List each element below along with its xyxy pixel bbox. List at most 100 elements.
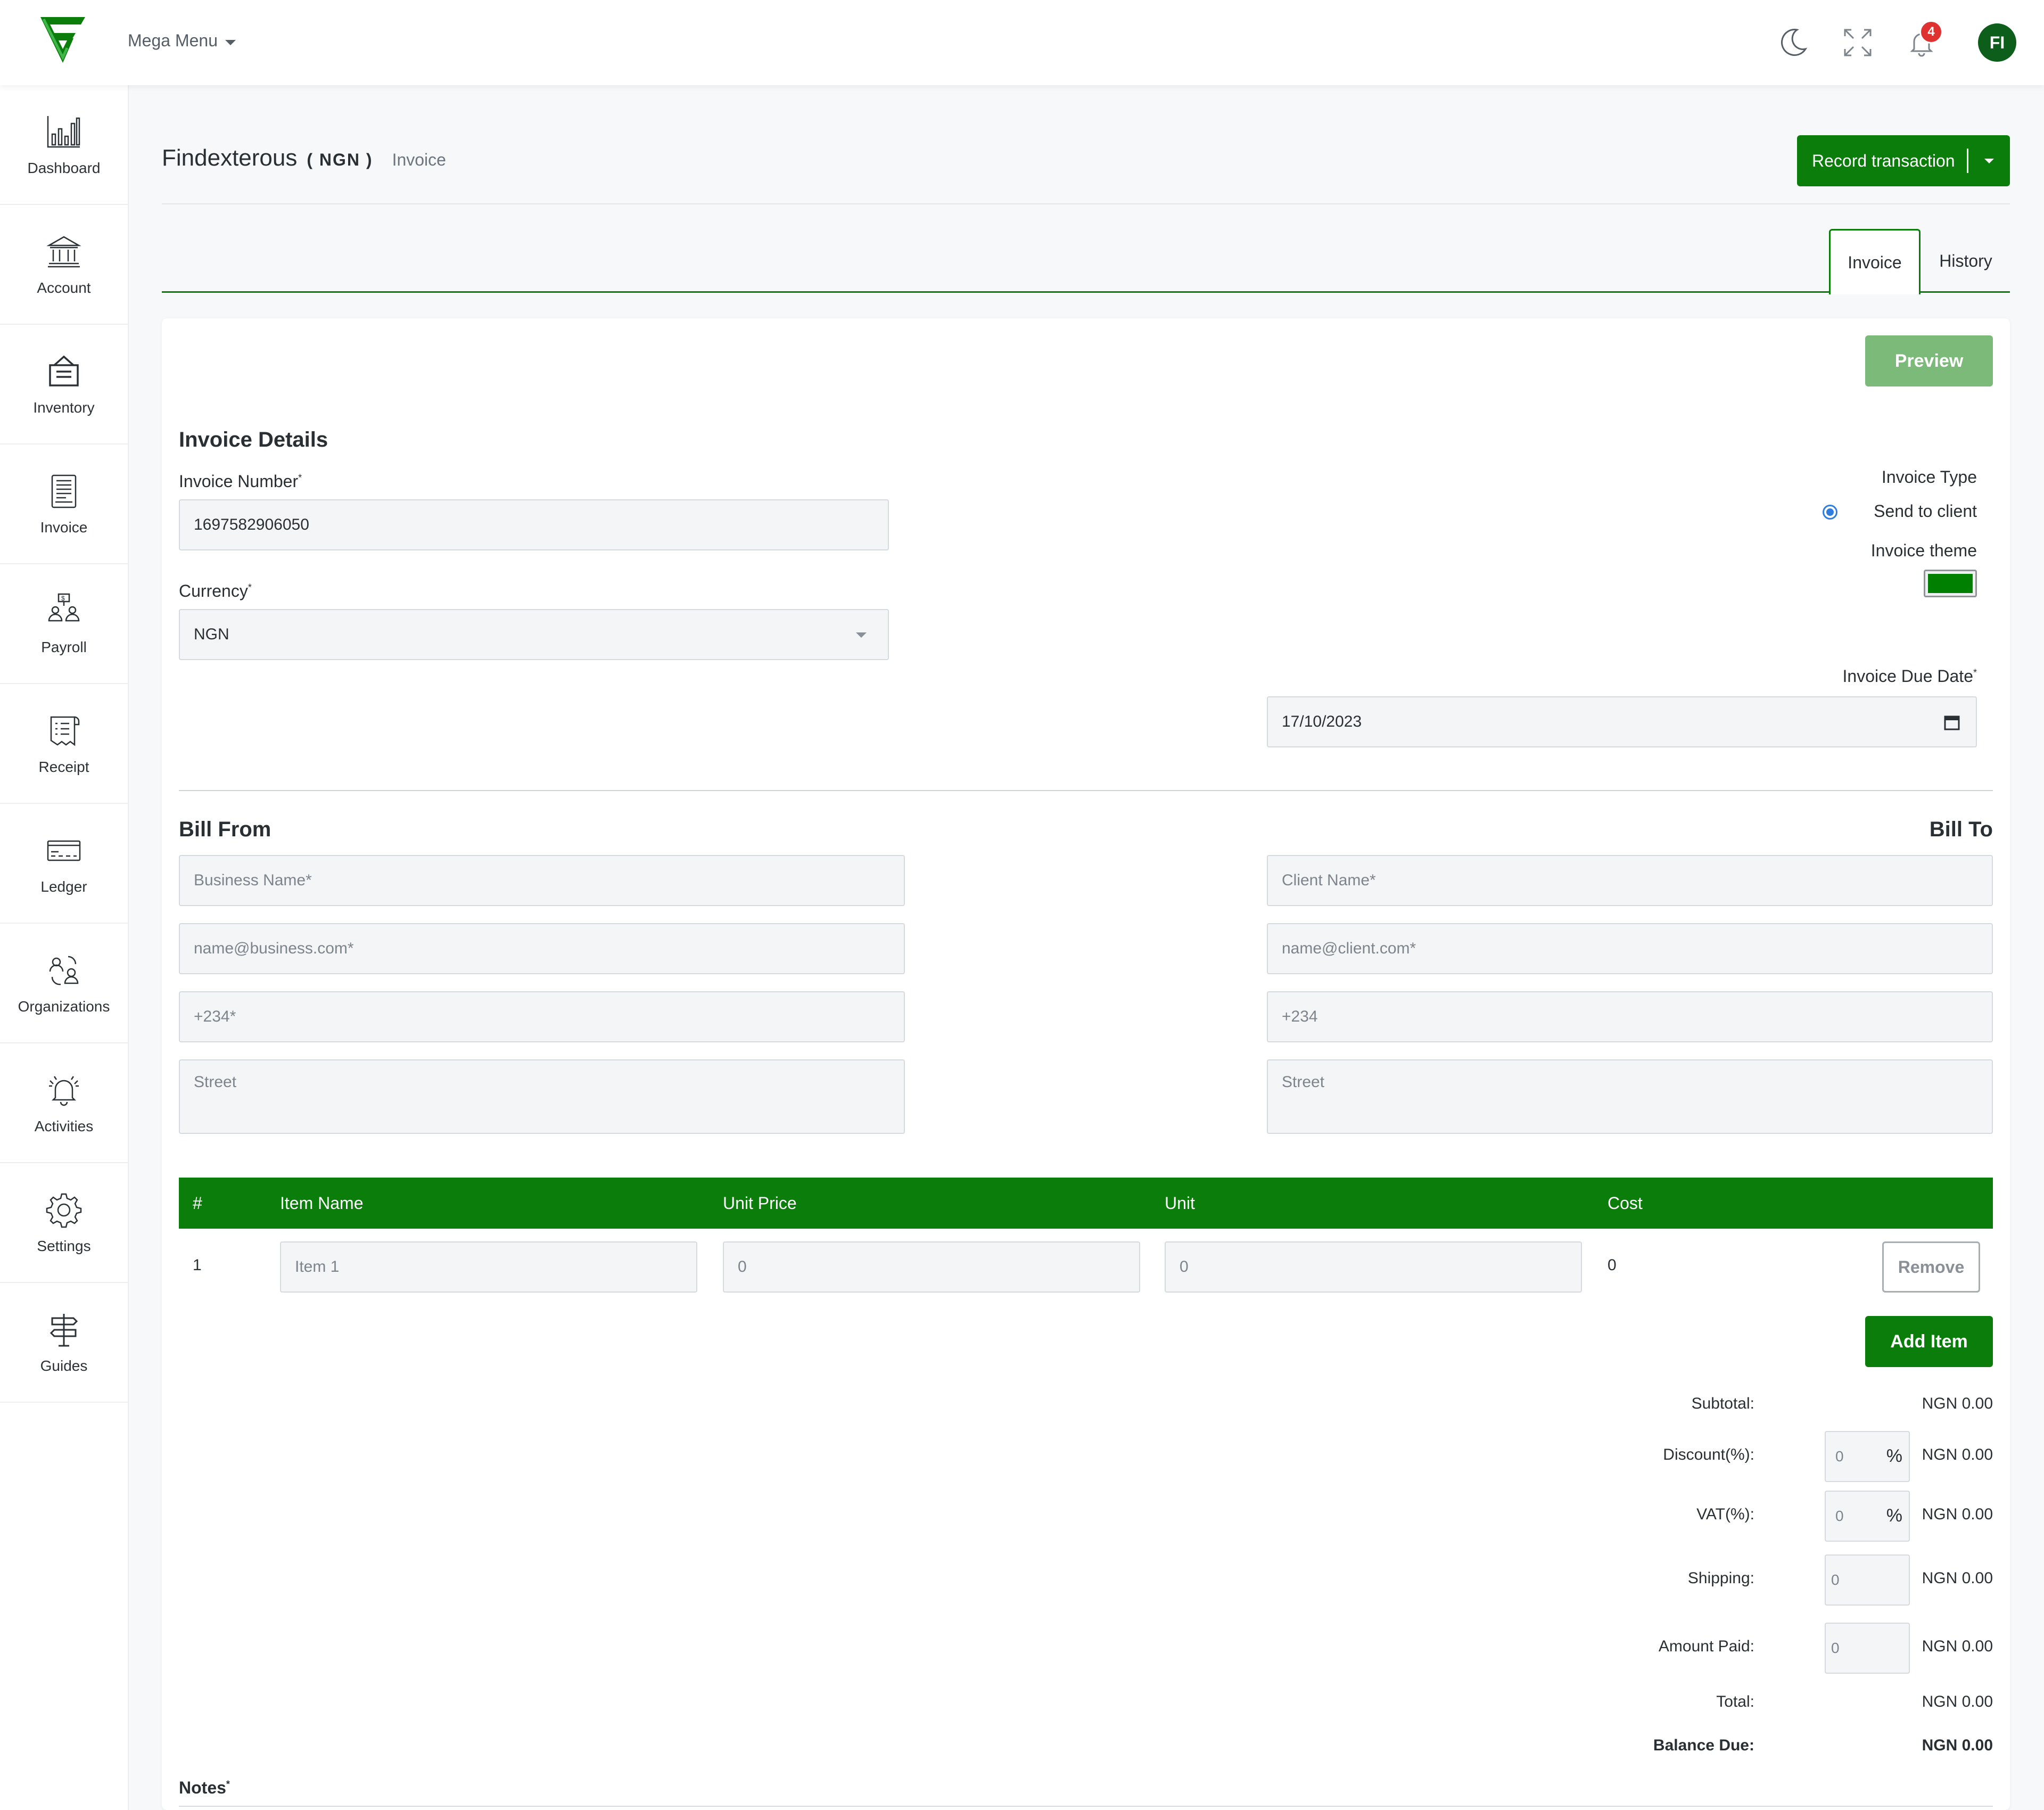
inventory-box-icon [49,355,79,386]
invoice-number-value: 1697582906050 [194,516,309,533]
preview-button[interactable]: Preview [1865,335,1993,386]
currency-value: NGN [194,626,229,643]
alarm-bell-icon [49,1075,79,1106]
signpost-icon [50,1313,78,1346]
brand-logo-icon[interactable] [38,14,87,66]
sidebar-item-inventory[interactable]: Inventory [0,325,128,445]
discount-input[interactable]: 0 % [1825,1431,1910,1482]
item-name-placeholder: Item 1 [295,1258,340,1276]
due-date-input[interactable]: 17/10/2023 [1267,696,1977,747]
client-email-input[interactable]: name@client.com* [1267,923,1993,974]
vat-input[interactable]: 0 % [1825,1491,1910,1542]
section-divider [179,790,1993,791]
sidebar-label: Organizations [18,998,110,1015]
tab-history[interactable]: History [1922,229,2010,293]
mega-menu-dropdown[interactable]: Mega Menu [128,31,236,51]
calendar-icon[interactable] [1943,713,1961,731]
payroll-people-icon: $ [48,593,80,621]
business-street-input[interactable]: Street [179,1059,905,1134]
total-value: NGN 0.00 [1922,1693,1993,1710]
unit-placeholder: 0 [1180,1258,1189,1276]
sidebar-item-guides[interactable]: Guides [0,1283,128,1403]
client-phone-placeholder: +234 [1282,1008,1318,1025]
send-to-client-label[interactable]: Send to client [1874,501,1977,521]
business-email-placeholder: name@business.com* [194,940,354,957]
sidebar: Dashboard Account Inventory Invoice $ Pa… [0,85,129,1810]
business-phone-placeholder: +234* [194,1008,236,1025]
gear-icon [46,1193,82,1228]
org-name: Findexterous [162,145,298,171]
currency-label: Currency* [179,581,252,601]
client-email-placeholder: name@client.com* [1282,940,1416,957]
subtotal-label: Subtotal: [1691,1395,1754,1412]
client-phone-input[interactable]: +234 [1267,991,1993,1042]
sidebar-item-account[interactable]: Account [0,205,128,325]
caret-down-icon[interactable] [1984,158,1994,163]
total-label: Total: [1716,1693,1754,1710]
record-transaction-label: Record transaction [1812,151,1955,170]
percent-sign: % [1886,1446,1902,1466]
user-avatar[interactable]: FI [1978,23,2016,62]
client-name-input[interactable]: Client Name* [1267,855,1993,906]
shipping-value: NGN 0.00 [1922,1569,1993,1587]
invoice-theme-color-picker[interactable] [1924,570,1977,597]
notes-field-top-edge [179,1806,1993,1807]
add-item-button[interactable]: Add Item [1865,1316,1993,1367]
amount-paid-input-value: 0 [1831,1640,1840,1656]
breadcrumb[interactable]: Invoice [392,150,446,170]
balance-due-value: NGN 0.00 [1922,1737,1993,1754]
business-name-input[interactable]: Business Name* [179,855,905,906]
vat-input-value: 0 [1835,1508,1844,1524]
receipt-icon [50,716,80,746]
sidebar-item-dashboard[interactable]: Dashboard [0,85,128,205]
client-street-input[interactable]: Street [1267,1059,1993,1134]
balance-due-label: Balance Due: [1653,1737,1754,1754]
sidebar-item-organizations[interactable]: Organizations [0,924,128,1043]
required-mark: * [1973,667,1977,678]
business-phone-input[interactable]: +234* [179,991,905,1042]
sidebar-label: Account [37,279,91,296]
organizations-icon [49,956,79,985]
shipping-input[interactable]: 0 [1825,1554,1910,1606]
invoice-number-label: Invoice Number* [179,472,302,491]
send-to-client-radio[interactable] [1823,505,1837,520]
currency-select[interactable]: NGN [179,609,889,660]
sidebar-item-payroll[interactable]: $ Payroll [0,564,128,684]
sidebar-item-receipt[interactable]: Receipt [0,684,128,804]
org-currency-tag: ( NGN ) [307,150,373,169]
top-navbar: Mega Menu 4 FI [0,0,2044,85]
invoice-number-input[interactable]: 1697582906050 [179,499,889,550]
sidebar-label: Guides [40,1357,88,1374]
caret-down-icon [225,39,236,45]
record-transaction-button[interactable]: Record transaction [1797,135,2010,186]
fullscreen-expand-icon[interactable] [1841,26,1875,60]
unit-input[interactable]: 0 [1165,1241,1582,1293]
col-header-item-name: Item Name [280,1194,364,1213]
sidebar-label: Activities [34,1117,94,1134]
business-street-placeholder: Street [194,1073,237,1091]
amount-paid-label: Amount Paid: [1658,1638,1754,1655]
sidebar-item-ledger[interactable]: Ledger [0,804,128,924]
moon-icon[interactable] [1776,26,1810,60]
item-name-input[interactable]: Item 1 [280,1241,697,1293]
discount-input-value: 0 [1835,1448,1844,1465]
sidebar-item-invoice[interactable]: Invoice [0,445,128,564]
remove-item-button[interactable]: Remove [1882,1241,1980,1293]
due-date-label: Invoice Due Date* [1843,667,1977,686]
sidebar-item-settings[interactable]: Settings [0,1163,128,1283]
invoice-type-label: Invoice Type [1881,467,1977,487]
sidebar-item-activities[interactable]: Activities [0,1043,128,1163]
vat-label: VAT(%): [1696,1505,1754,1523]
unit-price-placeholder: 0 [738,1258,747,1276]
invoice-theme-label: Invoice theme [1870,541,1977,560]
business-email-input[interactable]: name@business.com* [179,923,905,974]
col-header-cost: Cost [1608,1194,1643,1213]
tab-invoice[interactable]: Invoice [1829,229,1921,294]
required-mark: * [248,582,252,593]
app-frame: Mega Menu 4 FI Dashboard Account Invento… [0,0,2044,1810]
bar-chart-icon [47,116,80,147]
amount-paid-input[interactable]: 0 [1825,1623,1910,1674]
cost-value: 0 [1608,1256,1617,1274]
discount-value: NGN 0.00 [1922,1446,1993,1463]
unit-price-input[interactable]: 0 [723,1241,1140,1293]
